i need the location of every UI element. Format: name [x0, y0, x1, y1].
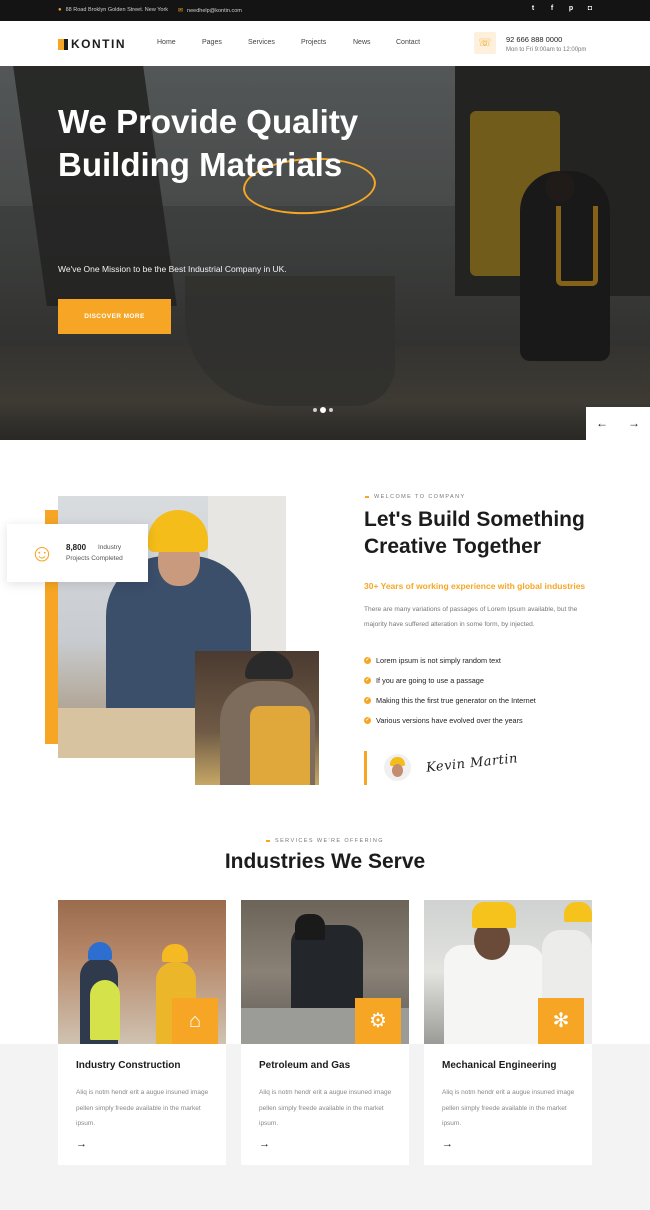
- facebook-icon[interactable]: f: [548, 5, 556, 13]
- pinterest-icon[interactable]: p: [567, 5, 575, 13]
- about-title-line1: Let's Build Something: [364, 508, 585, 531]
- top-bar: ● 88 Road Broklyn Golden Street. New Yor…: [0, 0, 650, 21]
- about-title: Let's Build Something Creative Together: [364, 506, 585, 560]
- nav-item-contact[interactable]: Contact: [396, 39, 436, 46]
- about-secondary-image: [195, 651, 319, 785]
- hero-title-part1: We Provide: [58, 103, 247, 140]
- logo-icon: [58, 38, 68, 50]
- slider-dot[interactable]: [313, 408, 317, 412]
- phone-number[interactable]: 92 666 888 0000: [506, 35, 562, 44]
- list-item: ✓ If you are going to use a passage: [364, 670, 536, 690]
- gears-icon: ✻: [538, 998, 584, 1044]
- list-item: ✓ Various versions have evolved over the …: [364, 710, 536, 730]
- logo-text: KONTIN: [71, 37, 126, 51]
- card-description: Aliq is notm hendr erit a augue insuned …: [259, 1089, 392, 1127]
- factory-icon: ⌂: [172, 998, 218, 1044]
- slider-arrows: ← →: [586, 407, 650, 440]
- arrow-right-icon[interactable]: →: [442, 1138, 453, 1150]
- opening-hours: Mon to Fri 9:00am to 12:00pm: [506, 47, 587, 53]
- about-description: There are many variations of passages of…: [364, 606, 578, 628]
- image-helmet: [162, 944, 188, 962]
- image-helmet: [295, 914, 325, 940]
- stat-label: Projects Completed: [66, 555, 123, 562]
- card-title[interactable]: Petroleum and Gas: [259, 1060, 350, 1071]
- nav-item-services[interactable]: Services: [248, 39, 301, 46]
- slider-dots: [313, 407, 333, 413]
- card-description: Aliq is notm hendr erit a augue insuned …: [76, 1089, 209, 1127]
- checklist-text: Making this the first true generator on …: [376, 695, 536, 705]
- services-tagline: SERVICES WE'RE OFFERING: [0, 838, 650, 844]
- arrow-right-icon[interactable]: →: [76, 1138, 87, 1150]
- checklist-text: If you are going to use a passage: [376, 675, 484, 685]
- secondary-image-helmet: [245, 651, 293, 679]
- check-icon: ✓: [364, 676, 371, 684]
- check-icon: ✓: [364, 656, 371, 664]
- about-tagline-text: WELCOME TO COMPANY: [374, 494, 466, 500]
- card-title[interactable]: Mechanical Engineering: [442, 1060, 556, 1071]
- about-tagline: WELCOME TO COMPANY: [365, 494, 466, 500]
- avatar: [384, 754, 411, 781]
- avatar-face: [392, 764, 403, 777]
- address-info: ● 88 Road Broklyn Golden Street. New Yor…: [58, 7, 168, 13]
- list-item: ✓ Lorem ipsum is not simply random text: [364, 650, 536, 670]
- service-card-mechanical[interactable]: ✻ Mechanical Engineering Aliq is notm he…: [424, 900, 592, 1165]
- slider-dot-active[interactable]: [320, 407, 326, 413]
- hero-title: We Provide Quality Building Materials: [58, 100, 358, 186]
- image-helmet: [564, 902, 592, 922]
- about-checklist: ✓ Lorem ipsum is not simply random text ✓…: [364, 650, 536, 730]
- email-info[interactable]: ✉ needhelp@kontin.com: [178, 7, 242, 15]
- signature-accent-bar: [364, 751, 367, 785]
- secondary-image-vest: [250, 706, 310, 785]
- projects-stat-card: ☺ 8,800 Industry Projects Completed: [7, 524, 148, 582]
- checklist-text: Various versions have evolved over the y…: [376, 715, 523, 725]
- discover-more-button[interactable]: DISCOVER MORE: [58, 299, 171, 334]
- card-description: Aliq is notm hendr erit a augue insuned …: [442, 1089, 575, 1127]
- image-helmet: [88, 942, 112, 960]
- image-vest: [90, 980, 120, 1040]
- slider-dot[interactable]: [329, 408, 333, 412]
- tagline-dash: [365, 496, 369, 498]
- service-card-construction[interactable]: ⌂ Industry Construction Aliq is notm hen…: [58, 900, 226, 1165]
- about-image-helmet: [148, 510, 208, 552]
- hero-title-quality: Quality: [246, 103, 359, 140]
- instagram-icon[interactable]: ◘: [586, 5, 594, 13]
- signature: Kevin Martin: [425, 751, 519, 776]
- arrow-right-icon[interactable]: →: [259, 1138, 270, 1150]
- twitter-icon[interactable]: t: [529, 5, 537, 13]
- checklist-text: Lorem ipsum is not simply random text: [376, 655, 501, 665]
- services-title: Industries We Serve: [224, 850, 426, 873]
- hero-title-line2: Building Materials: [58, 146, 343, 183]
- hero-subtitle: We've One Mission to be the Best Industr…: [58, 264, 287, 274]
- social-links: t f p ◘: [529, 5, 594, 13]
- envelope-icon: ✉: [178, 8, 184, 14]
- nav-item-home[interactable]: Home: [157, 39, 202, 46]
- logo[interactable]: KONTIN: [58, 37, 126, 51]
- check-icon: ✓: [364, 716, 371, 724]
- nav-item-news[interactable]: News: [353, 39, 396, 46]
- about-title-line2: Creative Together: [364, 535, 541, 558]
- email-text[interactable]: needhelp@kontin.com: [187, 8, 242, 14]
- engineer-icon: ☺: [29, 540, 55, 567]
- image-helmet: [472, 902, 516, 928]
- phone-icon: ☏: [474, 32, 496, 54]
- stat-number: 8,800: [66, 543, 87, 552]
- main-header: KONTIN Home Pages Services Projects News…: [0, 21, 650, 66]
- list-item: ✓ Making this the first true generator on…: [364, 690, 536, 710]
- address-text: 88 Road Broklyn Golden Street. New York: [65, 7, 169, 13]
- check-icon: ✓: [364, 696, 371, 704]
- service-card-petroleum[interactable]: ⚙ Petroleum and Gas Aliq is notm hendr e…: [241, 900, 409, 1165]
- arrow-right-icon[interactable]: →: [618, 407, 650, 440]
- card-title[interactable]: Industry Construction: [76, 1060, 180, 1071]
- services-tagline-text: SERVICES WE'RE OFFERING: [275, 838, 384, 844]
- nav-item-pages[interactable]: Pages: [202, 39, 248, 46]
- tagline-dash: [266, 840, 271, 842]
- about-highlight: 30+ Years of working experience with glo…: [364, 581, 586, 591]
- arrow-left-icon[interactable]: ←: [586, 407, 618, 440]
- nav-item-projects[interactable]: Projects: [301, 39, 353, 46]
- oil-gas-icon: ⚙: [355, 998, 401, 1044]
- map-pin-icon: ●: [58, 7, 62, 13]
- main-nav: Home Pages Services Projects News Contac…: [157, 39, 436, 46]
- stat-word: Industry: [98, 544, 122, 551]
